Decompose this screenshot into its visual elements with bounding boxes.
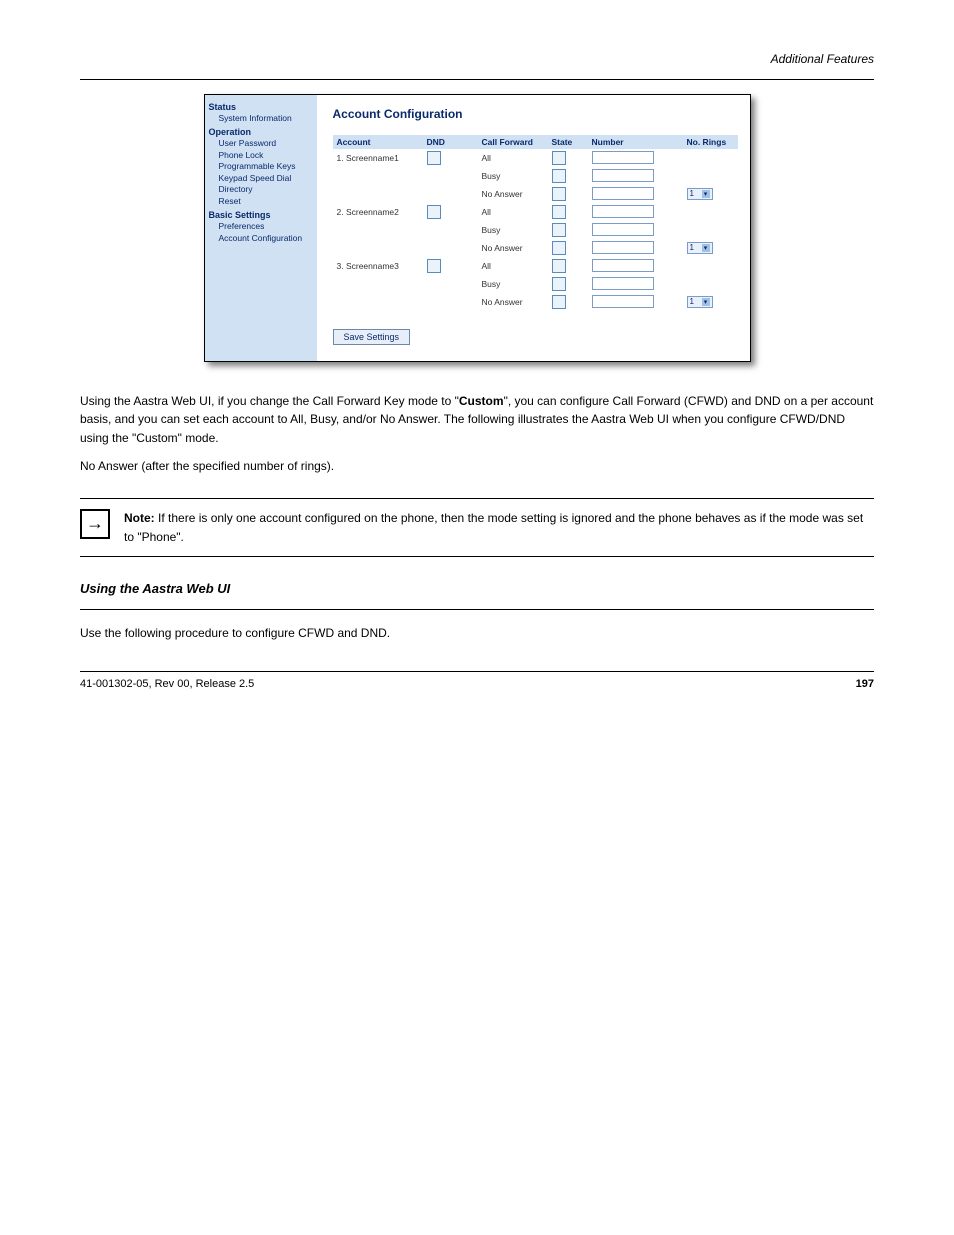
col-account: Account bbox=[333, 135, 423, 149]
account-config-screenshot: Status System Information Operation User… bbox=[204, 94, 751, 362]
cfwd-busy-label: Busy bbox=[478, 221, 548, 239]
footer-left: 41-001302-05, Rev 00, Release 2.5 bbox=[80, 678, 254, 690]
page-footer: 41-001302-05, Rev 00, Release 2.5 197 bbox=[80, 671, 874, 690]
number-busy-input[interactable] bbox=[592, 223, 654, 236]
doc-para-custom: Using the Aastra Web UI, if you change t… bbox=[80, 392, 874, 448]
cfwd-busy-label: Busy bbox=[478, 275, 548, 293]
arrow-right-icon: → bbox=[80, 509, 110, 539]
dnd-checkbox[interactable] bbox=[427, 205, 441, 219]
state-all-checkbox[interactable] bbox=[552, 151, 566, 165]
table-row: No Answer 1▾ bbox=[333, 185, 738, 203]
no-rings-select[interactable]: 1▾ bbox=[687, 296, 713, 308]
sidebar-item-user-password[interactable]: User Password bbox=[219, 138, 313, 149]
sidebar-group-status: Status bbox=[209, 101, 313, 113]
sidebar-item-directory[interactable]: Directory bbox=[219, 184, 313, 195]
account-label: 2. Screenname2 bbox=[333, 203, 423, 221]
no-rings-select[interactable]: 1▾ bbox=[687, 242, 713, 254]
sidebar-item-system-information[interactable]: System Information bbox=[219, 113, 313, 124]
sidebar-group-basic-settings: Basic Settings bbox=[209, 209, 313, 221]
table-row: Busy bbox=[333, 221, 738, 239]
sidebar: Status System Information Operation User… bbox=[205, 95, 317, 361]
cfwd-noanswer-label: No Answer bbox=[478, 293, 548, 311]
section-subtitle: Using the Aastra Web UI bbox=[80, 579, 874, 599]
table-row: No Answer 1▾ bbox=[333, 239, 738, 257]
number-all-input[interactable] bbox=[592, 259, 654, 272]
state-busy-checkbox[interactable] bbox=[552, 223, 566, 237]
footer-page-number: 197 bbox=[856, 678, 874, 690]
cfwd-noanswer-label: No Answer bbox=[478, 185, 548, 203]
table-row: 1. Screenname1 All bbox=[333, 149, 738, 167]
state-all-checkbox[interactable] bbox=[552, 259, 566, 273]
no-rings-select[interactable]: 1▾ bbox=[687, 188, 713, 200]
cfwd-busy-label: Busy bbox=[478, 167, 548, 185]
chevron-down-icon: ▾ bbox=[702, 244, 710, 252]
table-row: Busy bbox=[333, 167, 738, 185]
account-table: Account DND Call Forward State Number No… bbox=[333, 135, 738, 311]
sidebar-item-phone-lock[interactable]: Phone Lock bbox=[219, 150, 313, 161]
number-busy-input[interactable] bbox=[592, 277, 654, 290]
number-noanswer-input[interactable] bbox=[592, 295, 654, 308]
sidebar-item-keypad-speed-dial[interactable]: Keypad Speed Dial bbox=[219, 173, 313, 184]
sidebar-item-preferences[interactable]: Preferences bbox=[219, 221, 313, 232]
doc-para-procedure: Use the following procedure to configure… bbox=[80, 624, 874, 643]
number-all-input[interactable] bbox=[592, 151, 654, 164]
section-rule bbox=[80, 609, 874, 610]
table-row: Busy bbox=[333, 275, 738, 293]
state-busy-checkbox[interactable] bbox=[552, 277, 566, 291]
sidebar-item-programmable-keys[interactable]: Programmable Keys bbox=[219, 161, 313, 172]
sidebar-item-reset[interactable]: Reset bbox=[219, 196, 313, 207]
section-header-text: Additional Features bbox=[80, 50, 874, 69]
col-call-forward: Call Forward bbox=[478, 135, 548, 149]
cfwd-all-label: All bbox=[478, 203, 548, 221]
cfwd-all-label: All bbox=[478, 149, 548, 167]
table-header-row: Account DND Call Forward State Number No… bbox=[333, 135, 738, 149]
account-label: 3. Screenname3 bbox=[333, 257, 423, 275]
number-noanswer-input[interactable] bbox=[592, 187, 654, 200]
note-text: Note: If there is only one account confi… bbox=[124, 509, 874, 546]
content-panel: Account Configuration Account DND Call F… bbox=[317, 95, 750, 361]
cfwd-all-label: All bbox=[478, 257, 548, 275]
number-noanswer-input[interactable] bbox=[592, 241, 654, 254]
account-label: 1. Screenname1 bbox=[333, 149, 423, 167]
number-busy-input[interactable] bbox=[592, 169, 654, 182]
dnd-checkbox[interactable] bbox=[427, 151, 441, 165]
state-noanswer-checkbox[interactable] bbox=[552, 187, 566, 201]
state-all-checkbox[interactable] bbox=[552, 205, 566, 219]
sidebar-item-account-configuration[interactable]: Account Configuration bbox=[219, 233, 313, 244]
col-no-rings: No. Rings bbox=[683, 135, 738, 149]
table-row: No Answer 1▾ bbox=[333, 293, 738, 311]
number-all-input[interactable] bbox=[592, 205, 654, 218]
sidebar-group-operation: Operation bbox=[209, 126, 313, 138]
header-rule bbox=[80, 79, 874, 80]
table-row: 2. Screenname2 All bbox=[333, 203, 738, 221]
page-title: Account Configuration bbox=[333, 107, 738, 121]
dnd-checkbox[interactable] bbox=[427, 259, 441, 273]
table-row: 3. Screenname3 All bbox=[333, 257, 738, 275]
chevron-down-icon: ▾ bbox=[702, 298, 710, 306]
col-number: Number bbox=[588, 135, 683, 149]
state-noanswer-checkbox[interactable] bbox=[552, 241, 566, 255]
doc-para-answer: No Answer (after the specified number of… bbox=[80, 457, 874, 476]
state-noanswer-checkbox[interactable] bbox=[552, 295, 566, 309]
chevron-down-icon: ▾ bbox=[702, 190, 710, 198]
col-dnd: DND bbox=[423, 135, 478, 149]
col-state: State bbox=[548, 135, 588, 149]
state-busy-checkbox[interactable] bbox=[552, 169, 566, 183]
cfwd-noanswer-label: No Answer bbox=[478, 239, 548, 257]
save-settings-button[interactable]: Save Settings bbox=[333, 329, 411, 345]
note-callout: → Note: If there is only one account con… bbox=[80, 498, 874, 557]
